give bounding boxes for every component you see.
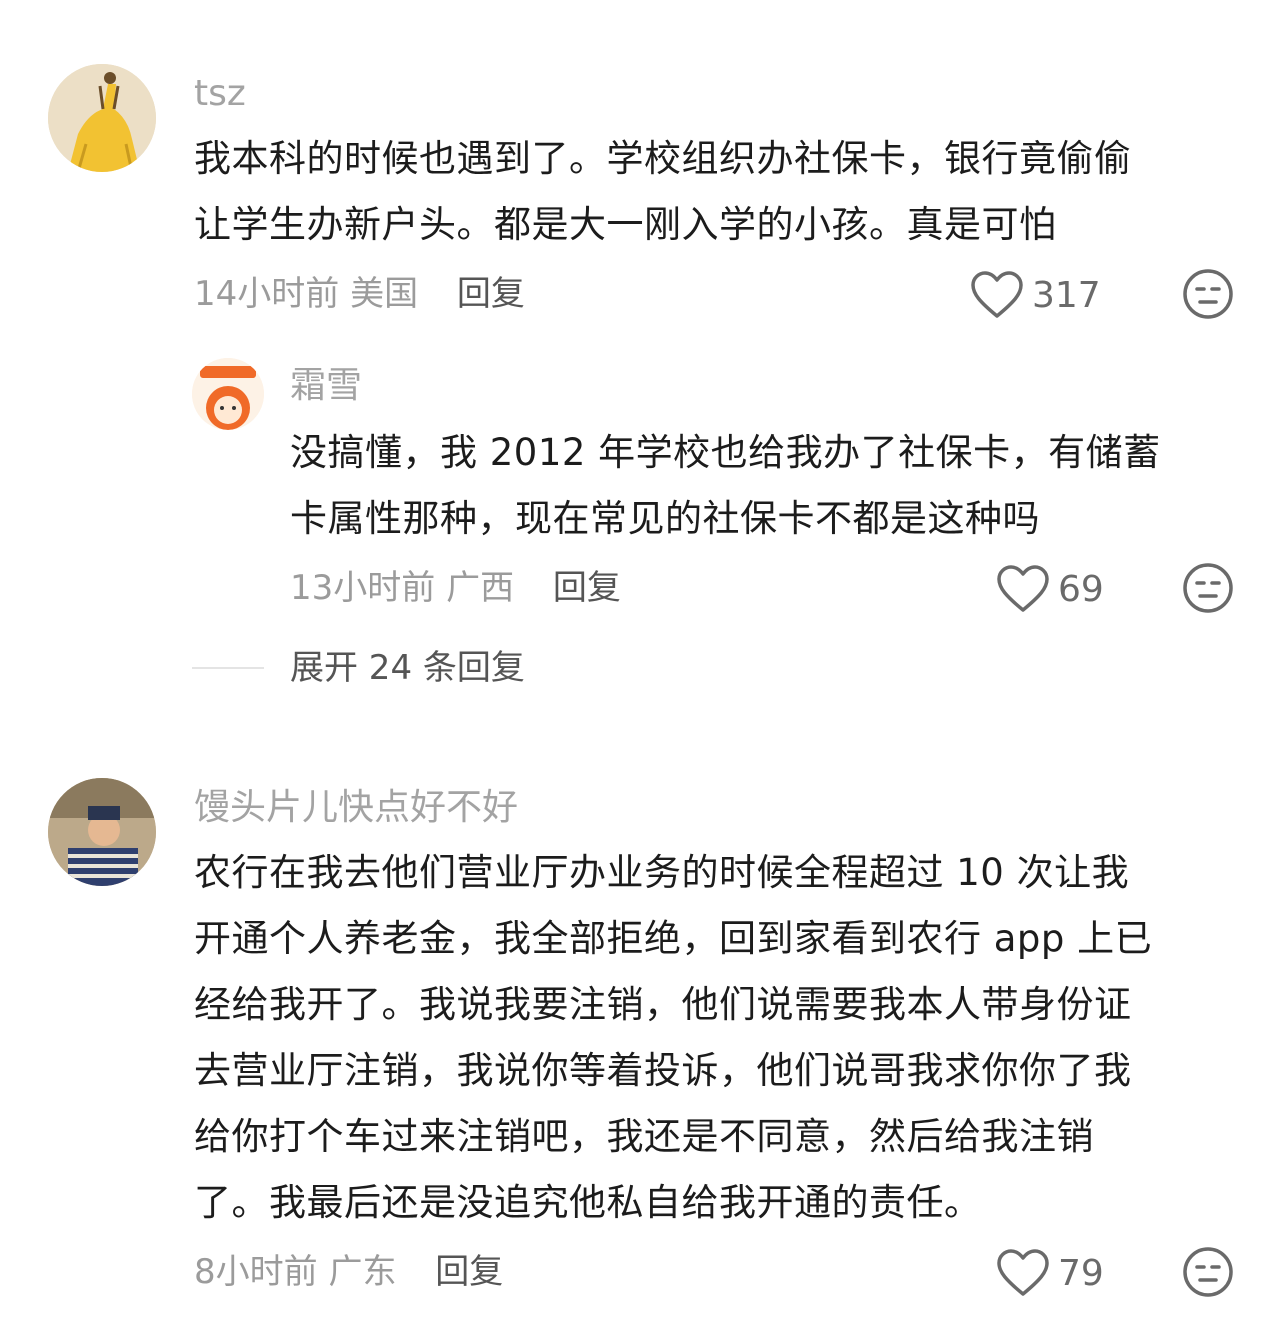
reply-button[interactable]: 回复 — [553, 568, 621, 608]
expand-divider — [192, 667, 264, 669]
avatar-yellow-figure-icon — [48, 64, 156, 172]
reply-content: 没搞懂，我 2012 年学校也给我办了社保卡，有储蓄 卡属性那种，现在常见的社保… — [290, 420, 1161, 552]
neutral-face-icon — [1183, 1247, 1233, 1297]
reply-location: 广西 — [446, 568, 515, 608]
heart-icon — [997, 1249, 1049, 1296]
avatar[interactable] — [48, 778, 156, 886]
comment-time: 14小时前 — [194, 274, 340, 314]
dislike-button[interactable] — [1182, 1246, 1234, 1302]
reply-line: 没搞懂，我 2012 年学校也给我办了社保卡，有储蓄 — [290, 431, 1161, 474]
heart-icon — [971, 271, 1023, 318]
comment-location: 广东 — [328, 1252, 397, 1292]
comment-line: 开通个人养老金，我全部拒绝，回到家看到农行 app 上已 — [194, 917, 1153, 960]
expand-replies-button[interactable]: 展开 24 条回复 — [290, 646, 525, 690]
comment-line: 我本科的时候也遇到了。学校组织办社保卡，银行竟偷偷 — [194, 137, 1132, 180]
like-button[interactable]: 79 — [996, 1248, 1104, 1298]
avatar[interactable] — [192, 358, 264, 430]
avatar[interactable] — [48, 64, 156, 172]
neutral-face-icon — [1183, 269, 1233, 319]
comment-location: 美国 — [350, 274, 419, 314]
comment-line: 农行在我去他们营业厅办业务的时候全程超过 10 次让我 — [194, 851, 1130, 894]
comment-content: 我本科的时候也遇到了。学校组织办社保卡，银行竟偷偷 让学生办新户头。都是大一刚入… — [194, 126, 1132, 258]
reply-meta: 13小时前 广西 回复 — [290, 566, 621, 610]
reply-line: 卡属性那种，现在常见的社保卡不都是这种吗 — [290, 497, 1040, 540]
neutral-face-icon — [1183, 563, 1233, 613]
like-button[interactable]: 317 — [970, 270, 1101, 320]
reply-username[interactable]: 霜雪 — [290, 364, 362, 408]
comment-line: 了。我最后还是没追究他私自给我开通的责任。 — [194, 1181, 982, 1224]
like-count: 317 — [1032, 274, 1101, 316]
comment-line: 经给我开了。我说我要注销，他们说需要我本人带身份证 — [194, 983, 1132, 1026]
comment-line: 让学生办新户头。都是大一刚入学的小孩。真是可怕 — [194, 203, 1057, 246]
comment-username[interactable]: 馒头片儿快点好不好 — [194, 786, 518, 830]
comment-time: 8小时前 — [194, 1252, 318, 1292]
comment-line: 去营业厅注销，我说你等着投诉，他们说哥我求你你了我 — [194, 1049, 1132, 1092]
avatar-orange-cat-icon — [192, 358, 264, 430]
dislike-button[interactable] — [1182, 268, 1234, 324]
dislike-button[interactable] — [1182, 562, 1234, 618]
heart-icon — [997, 565, 1049, 612]
like-count: 79 — [1058, 1252, 1104, 1294]
comment-content: 农行在我去他们营业厅办业务的时候全程超过 10 次让我 开通个人养老金，我全部拒… — [194, 840, 1152, 1236]
reply-button[interactable]: 回复 — [435, 1252, 503, 1292]
like-count: 69 — [1058, 568, 1104, 610]
comment-meta: 14小时前 美国 回复 — [194, 272, 525, 316]
avatar-man-photo-icon — [48, 778, 156, 886]
comment-meta: 8小时前 广东 回复 — [194, 1250, 503, 1294]
like-button[interactable]: 69 — [996, 564, 1104, 614]
reply-button[interactable]: 回复 — [457, 274, 525, 314]
comment-line: 给你打个车过来注销吧，我还是不同意，然后给我注销 — [194, 1115, 1094, 1158]
comment-username[interactable]: tsz — [194, 72, 246, 116]
reply-time: 13小时前 — [290, 568, 436, 608]
